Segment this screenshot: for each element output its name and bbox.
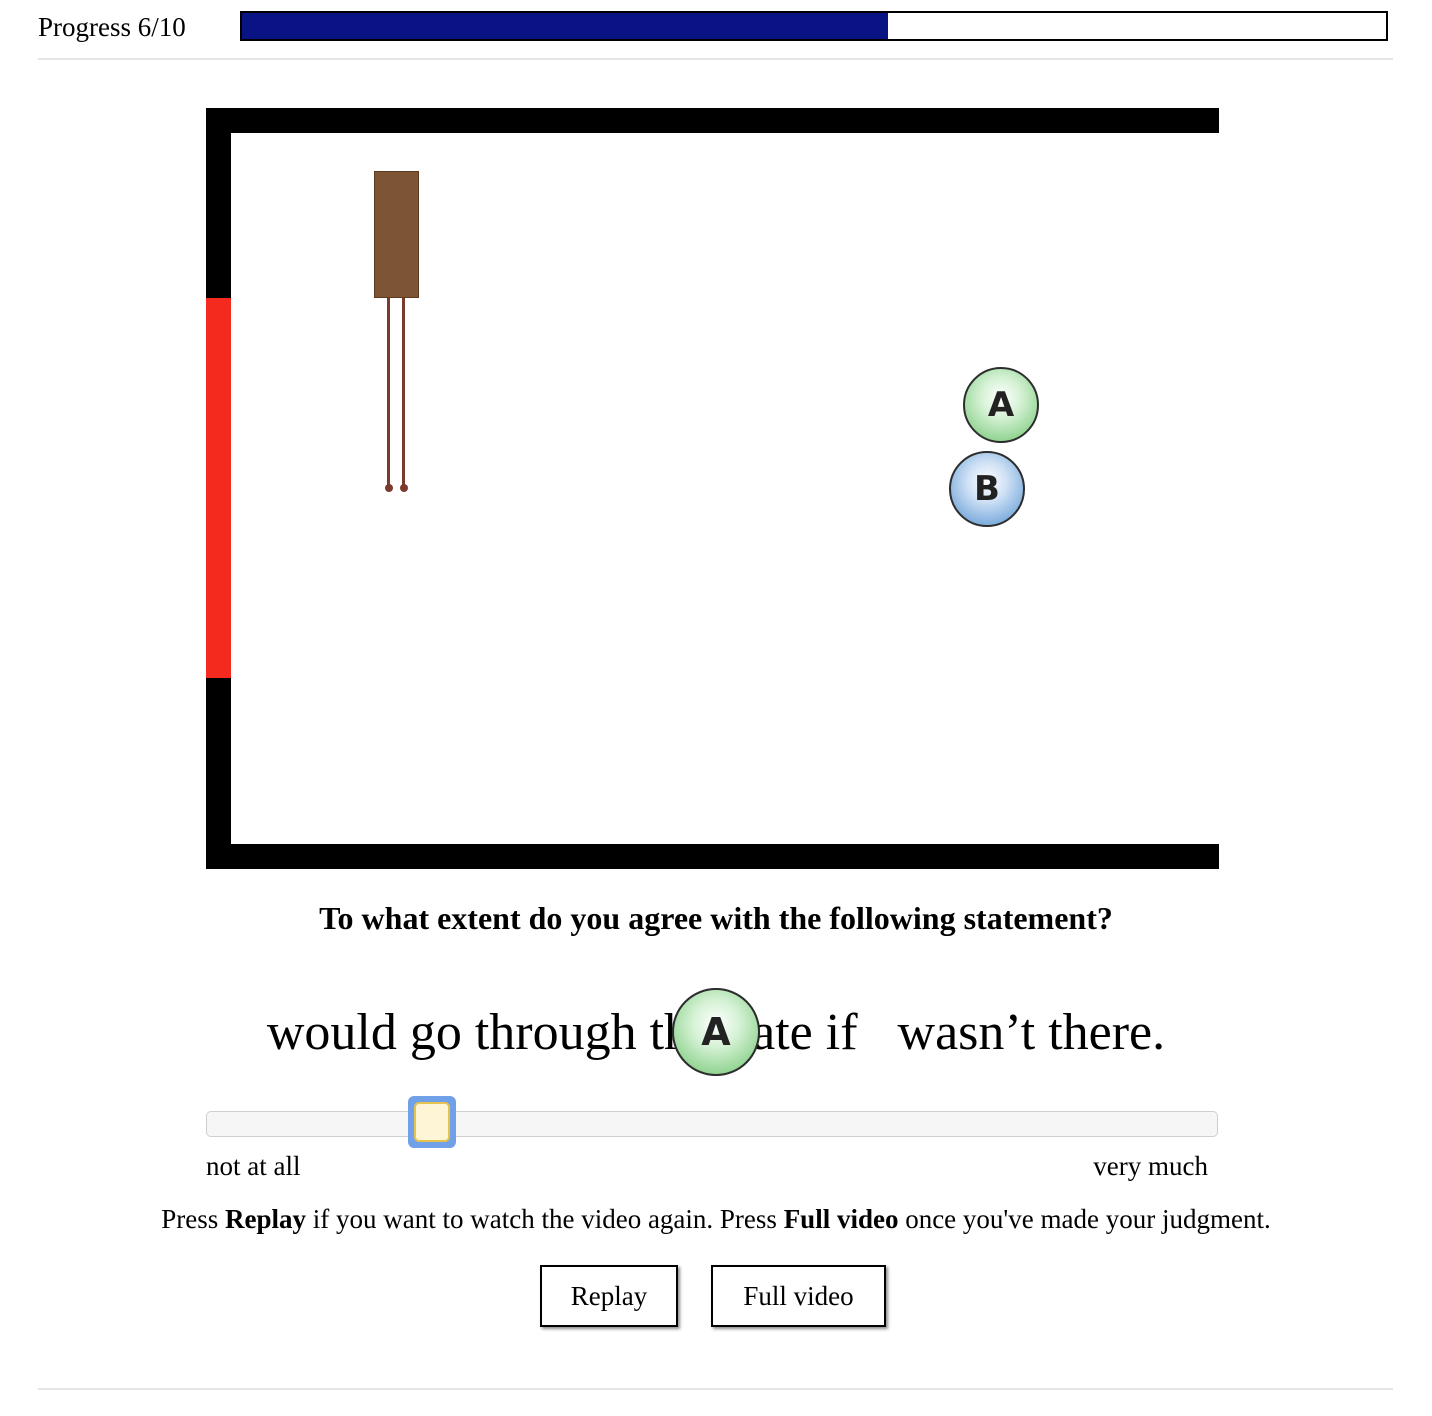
top-wall bbox=[206, 108, 1219, 133]
slider-handle-inner bbox=[414, 1102, 451, 1142]
plunger-tip bbox=[400, 484, 408, 492]
agreement-slider-handle[interactable] bbox=[408, 1096, 457, 1148]
statement-text-middle: would go through the gate if bbox=[266, 1003, 858, 1061]
plunger-rod bbox=[402, 298, 405, 488]
instructions-full-video-bold: Full video bbox=[783, 1204, 899, 1234]
ball-b: B bbox=[949, 451, 1025, 527]
plunger-rod bbox=[387, 298, 390, 488]
ball-a: A bbox=[963, 367, 1039, 443]
gate bbox=[206, 298, 231, 678]
slider-max-label: very much bbox=[1093, 1151, 1208, 1181]
full-video-button[interactable]: Full video bbox=[711, 1265, 886, 1327]
question-heading: To what extent do you agree with the fol… bbox=[319, 900, 1113, 936]
top-divider bbox=[38, 58, 1393, 60]
agreement-slider-track[interactable] bbox=[206, 1111, 1218, 1137]
statement: B would go through the gate if A wasn’t … bbox=[0, 986, 1432, 1078]
left-wall-upper bbox=[206, 108, 231, 298]
instructions-text: if you want to watch the video again. Pr… bbox=[306, 1204, 784, 1234]
video-scene: A B bbox=[206, 108, 1219, 869]
bottom-divider bbox=[38, 1388, 1393, 1390]
replay-button[interactable]: Replay bbox=[540, 1265, 678, 1327]
statement-ball-a: A bbox=[672, 988, 760, 1076]
statement-text-end: wasn’t there. bbox=[897, 1003, 1166, 1061]
bottom-wall bbox=[206, 844, 1219, 869]
progress-bar-fill bbox=[242, 13, 889, 39]
instructions: Press Replay if you want to watch the vi… bbox=[0, 1202, 1432, 1236]
progress-bar bbox=[240, 11, 1388, 41]
plunger-block bbox=[374, 171, 419, 298]
instructions-replay-bold: Replay bbox=[225, 1204, 307, 1234]
left-wall-lower bbox=[206, 678, 231, 869]
instructions-text: Press bbox=[161, 1204, 226, 1234]
progress-label: Progress 6/10 bbox=[38, 12, 186, 42]
instructions-text: once you've made your judgment. bbox=[898, 1204, 1271, 1234]
slider-min-label: not at all bbox=[206, 1151, 301, 1181]
plunger-tip bbox=[385, 484, 393, 492]
